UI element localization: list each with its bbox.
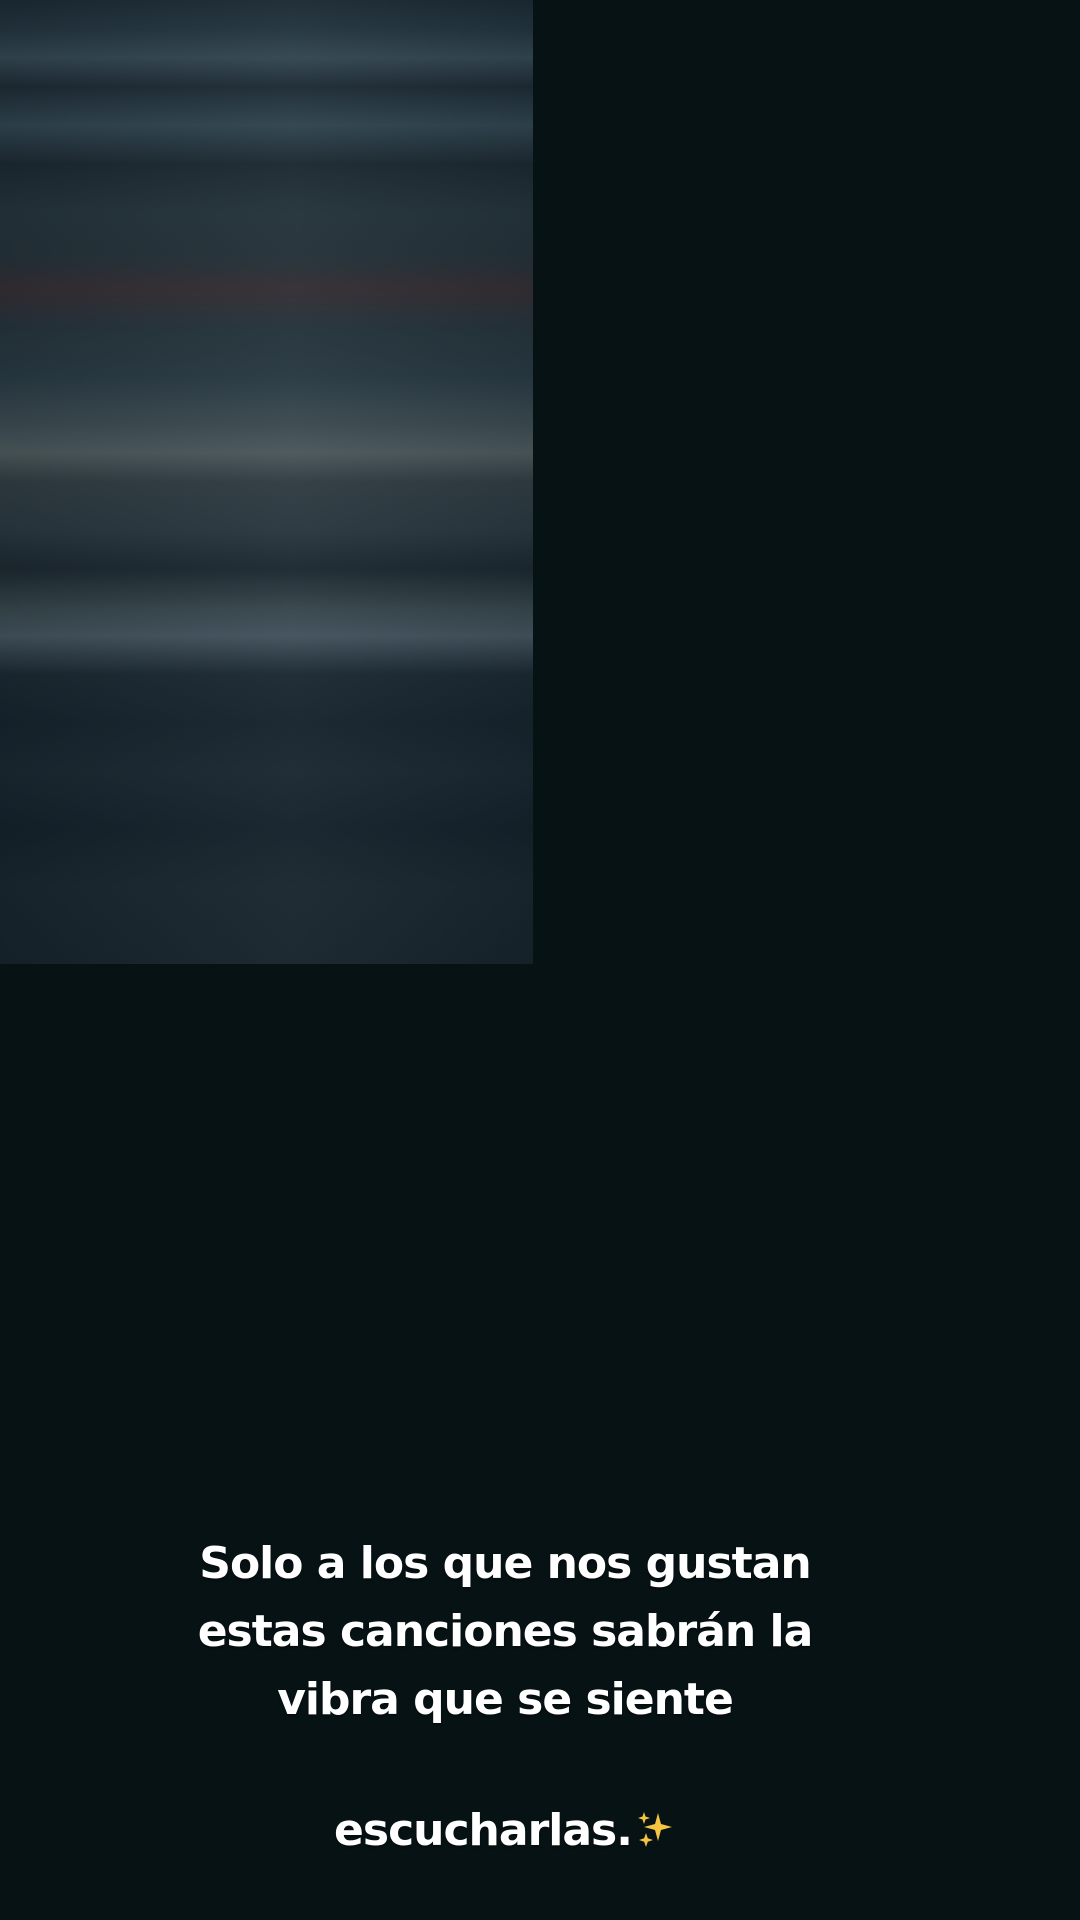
video-screen[interactable]: Solo a los que nos gustan estas cancione… xyxy=(0,0,1080,1920)
video-frame xyxy=(0,0,533,964)
caption-text: Solo a los que nos gustan estas cancione… xyxy=(197,1538,814,1856)
caption-text-block: Solo a los que nos gustan estas cancione… xyxy=(190,1462,820,1870)
sparkles-icon xyxy=(634,1734,676,1870)
